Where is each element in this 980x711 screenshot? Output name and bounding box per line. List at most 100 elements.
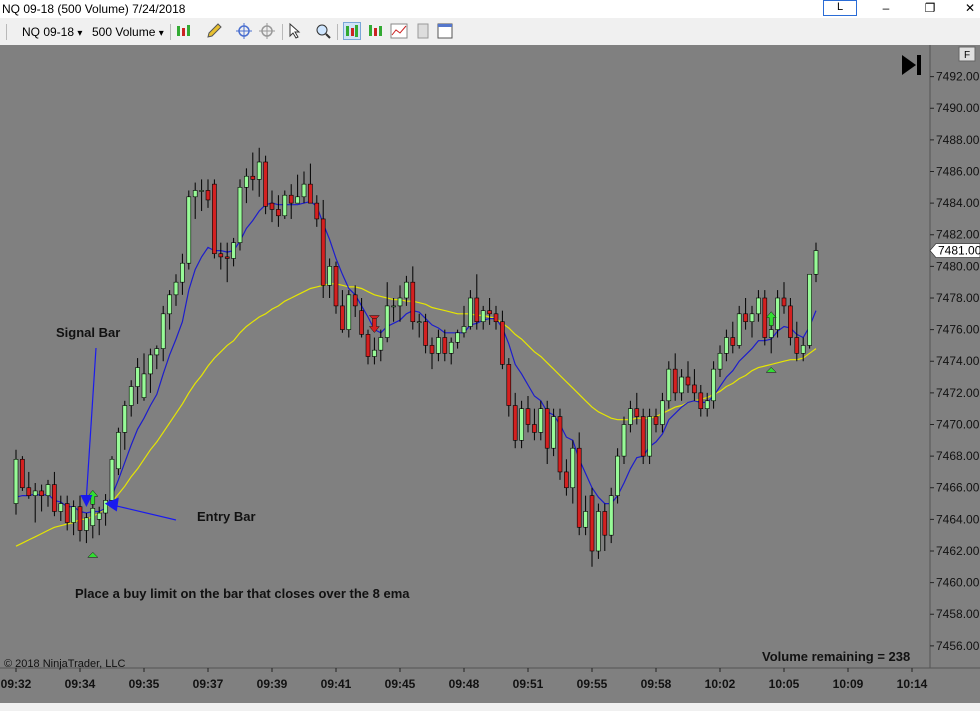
- price-tick-label: 7470.00: [936, 417, 980, 431]
- candle-body: [448, 341, 454, 354]
- chart-toolbar: NQ 09-18 ▾ 500 Volume ▾: [0, 19, 980, 46]
- candle-body: [122, 405, 128, 433]
- candle-body: [512, 405, 518, 441]
- strategies-button[interactable]: [390, 22, 408, 40]
- candle-body: [724, 337, 729, 354]
- templates-button[interactable]: [436, 22, 454, 40]
- candle-body: [128, 386, 134, 406]
- price-tick-label: 7482.00: [936, 228, 980, 242]
- copyright-text: © 2018 NinjaTrader, LLC: [4, 658, 125, 670]
- candle-body: [397, 297, 403, 307]
- candle-body: [500, 321, 505, 365]
- candle-body: [551, 416, 556, 449]
- candle-body: [788, 305, 793, 338]
- candle-body: [90, 507, 96, 526]
- toolbar-separator: [337, 24, 338, 40]
- candle-body: [154, 348, 160, 356]
- candle-body: [192, 190, 198, 198]
- price-tick-label: 7486.00: [936, 164, 980, 178]
- candle-body: [346, 294, 352, 330]
- candle-body: [13, 458, 19, 504]
- candle-body: [436, 337, 441, 354]
- candle-body: [327, 266, 332, 286]
- candle-body: [640, 416, 646, 457]
- price-tick-label: 7466.00: [936, 481, 980, 495]
- candle-body: [685, 376, 691, 386]
- link-button[interactable]: L: [823, 0, 857, 16]
- candle-body: [416, 321, 422, 324]
- pencil-icon: [207, 23, 222, 38]
- candle-body: [52, 484, 57, 512]
- instrument-label: NQ 09-18: [22, 25, 75, 39]
- candle-body: [256, 161, 262, 180]
- candle-body: [564, 471, 569, 489]
- candle-body: [807, 273, 812, 346]
- document-icon: [417, 23, 429, 39]
- candle-body: [692, 384, 697, 394]
- price-tick-label: 7488.00: [936, 133, 980, 147]
- candle-body: [199, 190, 204, 192]
- zoom-button[interactable]: [314, 22, 332, 40]
- local-crosshair-button[interactable]: [258, 22, 276, 40]
- candle-body: [775, 297, 780, 330]
- candle-body: [576, 447, 582, 528]
- candle-body: [372, 349, 377, 357]
- candle-body: [538, 408, 544, 433]
- candle-body: [314, 202, 320, 220]
- candle-body: [308, 183, 313, 204]
- time-tick-label: 10:09: [833, 677, 864, 691]
- price-chart[interactable]: 7456.00 7458.00 7460.00 7462.00 7464.00 7466.…: [0, 45, 980, 703]
- f-button[interactable]: F: [958, 46, 976, 62]
- time-tick-label: 09:51: [513, 677, 544, 691]
- maximize-button[interactable]: ❐: [910, 0, 950, 18]
- candle-body: [224, 256, 230, 259]
- bar-style-button[interactable]: [175, 22, 193, 40]
- chart-layer: [0, 45, 930, 668]
- crosshair-icon: [259, 23, 275, 39]
- candle-body: [205, 190, 211, 201]
- candle-body: [84, 517, 89, 531]
- candle-body: [58, 503, 64, 512]
- candle-body: [615, 455, 620, 496]
- candle-body: [672, 368, 678, 394]
- candle-body: [71, 506, 76, 523]
- indicators-button[interactable]: [367, 22, 385, 40]
- time-tick-label: 09:45: [385, 677, 416, 691]
- candle-body: [295, 196, 300, 204]
- candle-body: [333, 266, 339, 307]
- interval-selector[interactable]: 500 Volume ▾: [92, 23, 164, 41]
- window-icon: [437, 23, 453, 39]
- instrument-selector[interactable]: NQ 09-18 ▾: [22, 23, 82, 41]
- candle-body: [711, 368, 716, 402]
- candle-body: [602, 511, 608, 536]
- minimize-button[interactable]: –: [866, 0, 906, 18]
- candle-body: [480, 310, 486, 323]
- candle-body: [212, 183, 217, 255]
- drawing-tool-button[interactable]: [205, 22, 223, 40]
- price-tick-label: 7472.00: [936, 386, 980, 400]
- candle-body: [461, 326, 467, 334]
- candle-body: [180, 262, 185, 283]
- candle-body: [570, 447, 576, 489]
- properties-button[interactable]: [414, 22, 432, 40]
- candle-body: [39, 490, 44, 496]
- toolbar-separator: [282, 24, 283, 40]
- candle-body: [506, 364, 512, 406]
- chart-trader-button[interactable]: [343, 22, 361, 40]
- time-tick-label: 09:35: [129, 677, 160, 691]
- time-tick-label: 09:34: [65, 677, 96, 691]
- candle-body: [148, 354, 153, 375]
- chevron-down-icon: ▾: [77, 28, 83, 39]
- line-chart-icon: [390, 23, 408, 39]
- window-title: NQ 09-18 (500 Volume) 7/24/2018: [2, 2, 186, 16]
- candle-body: [768, 329, 774, 338]
- candle-body: [359, 310, 364, 335]
- pointer-tool-button[interactable]: [287, 22, 305, 40]
- global-crosshair-button[interactable]: [235, 22, 253, 40]
- close-button[interactable]: ✕: [950, 0, 980, 18]
- candle-body: [167, 294, 172, 315]
- time-tick-label: 09:39: [257, 677, 288, 691]
- candle-body: [813, 250, 819, 275]
- candle-body: [704, 400, 710, 409]
- candle-body: [596, 511, 601, 552]
